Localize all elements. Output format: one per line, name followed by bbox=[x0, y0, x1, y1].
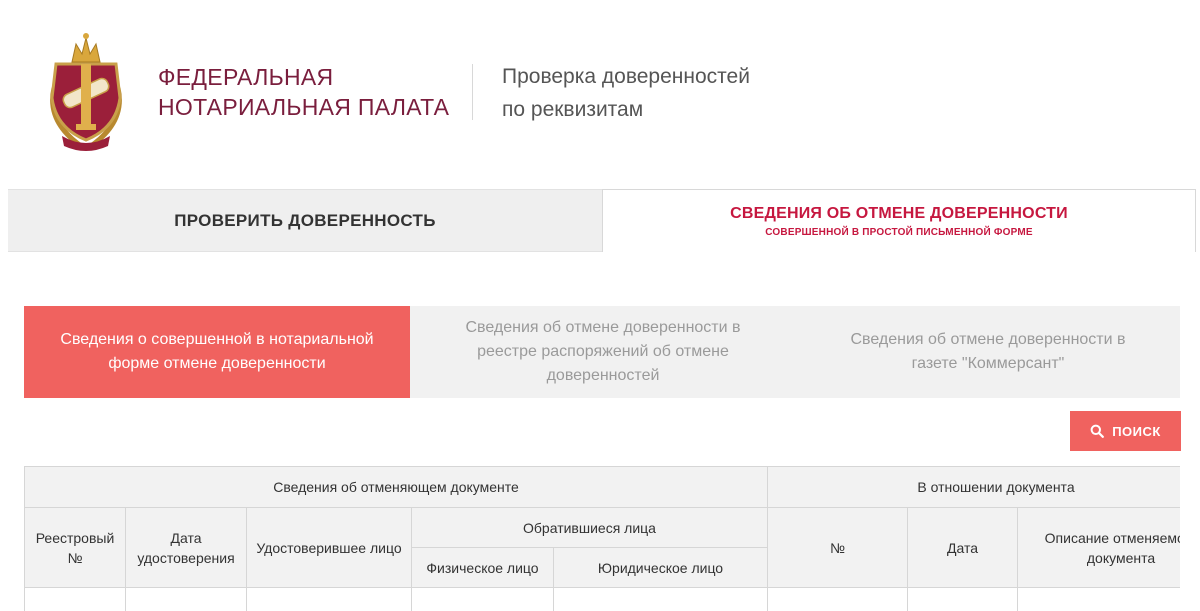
table-cell bbox=[411, 587, 554, 611]
table-cell bbox=[246, 587, 412, 611]
org-name-line2: НОТАРИАЛЬНАЯ ПАЛАТА bbox=[158, 94, 450, 120]
service-title: Проверка доверенностей по реквизитам bbox=[502, 60, 750, 126]
subtab-notarial-revocation[interactable]: Сведения о совершенной в нотариальной фо… bbox=[24, 306, 410, 398]
tab-revocation-label: СВЕДЕНИЯ ОБ ОТМЕНЕ ДОВЕРЕННОСТИ bbox=[730, 204, 1068, 222]
search-button-label: ПОИСК bbox=[1112, 423, 1161, 439]
table-cell bbox=[553, 587, 768, 611]
table-cell bbox=[24, 587, 126, 611]
tab-revocation-info[interactable]: СВЕДЕНИЯ ОБ ОТМЕНЕ ДОВЕРЕННОСТИ СОВЕРШЕН… bbox=[602, 189, 1196, 252]
subtab-kommersant-label: Сведения об отмене доверенности в газете… bbox=[850, 331, 1126, 372]
search-button[interactable]: ПОИСК bbox=[1070, 411, 1181, 451]
results-table: Сведения об отменяющем документе В отнош… bbox=[24, 466, 1180, 611]
col-doc-description: Описание отменяемого документа bbox=[1016, 507, 1180, 588]
col-registry-no: Реестровый № bbox=[24, 507, 126, 588]
subtab-registry-revocation[interactable]: Сведения об отмене доверенности в реестр… bbox=[410, 306, 796, 398]
site-header: ФЕДЕРАЛЬНАЯ НОТАРИАЛЬНАЯ ПАЛАТА Проверка… bbox=[0, 0, 1200, 170]
table-cell bbox=[907, 587, 1018, 611]
col-certifying-person: Удостоверившее лицо bbox=[246, 507, 412, 588]
tab-check-power-of-attorney[interactable]: ПРОВЕРИТЬ ДОВЕРЕННОСТЬ bbox=[8, 189, 602, 252]
tab-revocation-sublabel: СОВЕРШЕННОЙ В ПРОСТОЙ ПИСЬМЕННОЙ ФОРМЕ bbox=[765, 226, 1033, 238]
results-table-container: Сведения об отменяющем документе В отнош… bbox=[24, 466, 1180, 611]
sub-tabs: Сведения о совершенной в нотариальной фо… bbox=[24, 306, 1180, 398]
table-row bbox=[24, 587, 1180, 611]
org-name-line1: ФЕДЕРАЛЬНАЯ bbox=[158, 64, 334, 90]
search-icon bbox=[1090, 424, 1105, 438]
col-certification-date: Дата удостоверения bbox=[125, 507, 247, 588]
table-cell bbox=[1016, 587, 1180, 611]
notary-emblem-icon[interactable] bbox=[40, 28, 132, 154]
header-divider bbox=[472, 64, 473, 120]
subtab-registry-label: Сведения об отмене доверенности в реестр… bbox=[465, 319, 741, 384]
col-doc-no: № bbox=[767, 507, 908, 588]
col-doc-date: Дата bbox=[907, 507, 1018, 588]
subtab-kommersant-revocation[interactable]: Сведения об отмене доверенности в газете… bbox=[796, 306, 1180, 398]
table-cell bbox=[125, 587, 247, 611]
main-tabs: ПРОВЕРИТЬ ДОВЕРЕННОСТЬ СВЕДЕНИЯ ОБ ОТМЕН… bbox=[8, 189, 1196, 252]
subtab-notarial-label: Сведения о совершенной в нотариальной фо… bbox=[60, 331, 374, 372]
header-regarding-document: В отношении документа bbox=[766, 466, 1180, 508]
tab-check-label: ПРОВЕРИТЬ ДОВЕРЕННОСТЬ bbox=[174, 210, 436, 230]
service-title-line2: по реквизитам bbox=[502, 98, 644, 121]
header-canceling-document: Сведения об отменяющем документе bbox=[24, 466, 768, 508]
organization-name: ФЕДЕРАЛЬНАЯ НОТАРИАЛЬНАЯ ПАЛАТА bbox=[158, 62, 449, 122]
col-legal-entity: Юридическое лицо bbox=[553, 547, 768, 588]
table-cell bbox=[767, 587, 908, 611]
service-title-line1: Проверка доверенностей bbox=[502, 65, 750, 88]
col-individual: Физическое лицо bbox=[411, 547, 554, 588]
col-applicants: Обратившиеся лица bbox=[411, 507, 768, 548]
